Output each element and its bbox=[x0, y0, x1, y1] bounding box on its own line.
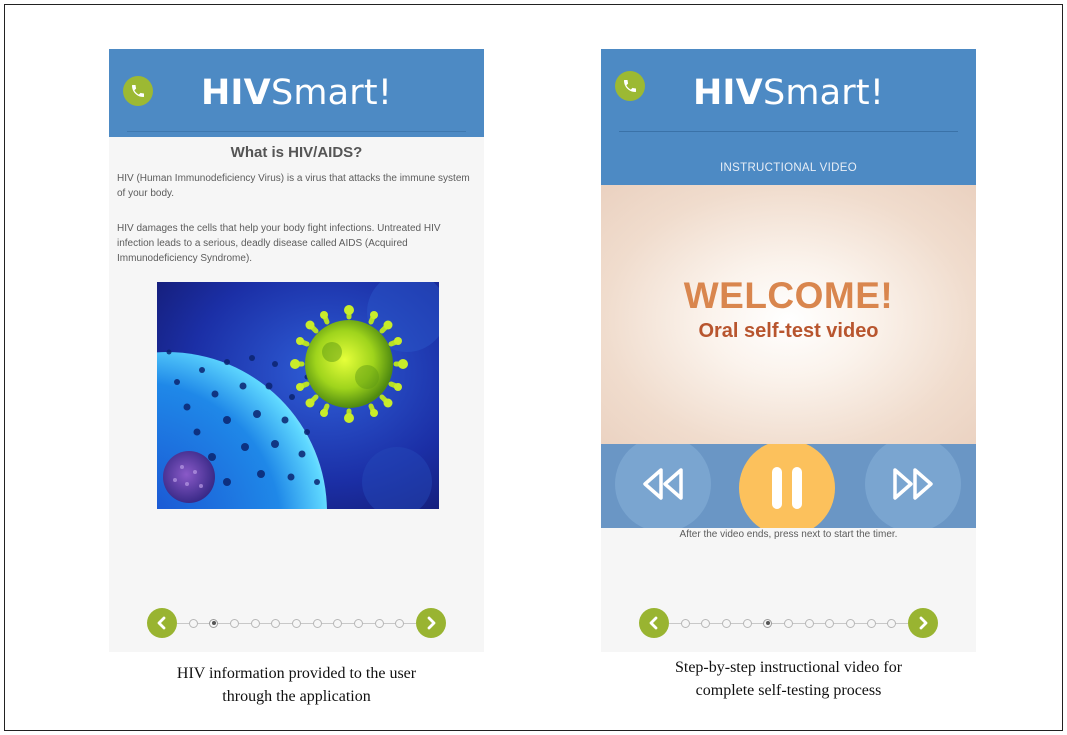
pause-icon bbox=[772, 467, 802, 509]
pause-button[interactable] bbox=[739, 444, 835, 528]
chevron-left-icon bbox=[157, 616, 166, 630]
pagination-dot[interactable] bbox=[374, 618, 384, 628]
app-logo: HIVSmart! bbox=[601, 73, 976, 113]
video-welcome-title: WELCOME! bbox=[683, 275, 894, 316]
pagination-dots bbox=[669, 608, 908, 638]
pagination-dot[interactable] bbox=[353, 618, 363, 628]
video-hint-text: After the video ends, press next to star… bbox=[679, 529, 898, 540]
chevron-right-icon bbox=[427, 616, 436, 630]
hiv-info-screen: HIVSmart! What is HIV/AIDS? HIV (Human I… bbox=[109, 49, 484, 652]
header-divider bbox=[619, 131, 958, 132]
rewind-icon bbox=[643, 468, 683, 500]
pagination-dot[interactable] bbox=[804, 618, 814, 628]
logo-bold: HIV bbox=[200, 73, 271, 113]
pagination-dot[interactable] bbox=[291, 618, 301, 628]
info-paragraph-1: HIV (Human Immunodeficiency Virus) is a … bbox=[117, 173, 470, 199]
caption-left-line-2: through the application bbox=[222, 688, 371, 705]
pagination-dot[interactable] bbox=[271, 618, 281, 628]
next-button[interactable] bbox=[416, 608, 446, 638]
pagination-dot[interactable] bbox=[742, 618, 752, 628]
pagination bbox=[109, 608, 484, 638]
pagination bbox=[601, 608, 976, 638]
prev-button[interactable] bbox=[147, 608, 177, 638]
caption-right-line-1: Step-by-step instructional video for bbox=[674, 659, 903, 676]
next-button[interactable] bbox=[908, 608, 938, 638]
pagination-dots bbox=[177, 608, 416, 638]
caption-left-line-1: HIV information provided to the user bbox=[176, 665, 417, 682]
pagination-dot[interactable] bbox=[680, 618, 690, 628]
pagination-dot[interactable] bbox=[701, 618, 711, 628]
info-paragraph-2: HIV damages the cells that help your bod… bbox=[117, 223, 441, 264]
pagination-dot[interactable] bbox=[721, 618, 731, 628]
logo-rest: Smart! bbox=[270, 73, 393, 113]
hiv-virus-illustration bbox=[157, 282, 439, 509]
header-divider bbox=[127, 131, 466, 132]
app-logo: HIVSmart! bbox=[109, 73, 484, 113]
chevron-right-icon bbox=[919, 616, 928, 630]
pagination-dot-active[interactable] bbox=[209, 618, 219, 628]
caption-right: Step-by-step instructional video for com… bbox=[601, 656, 976, 702]
pagination-dot[interactable] bbox=[866, 618, 876, 628]
pagination-dot[interactable] bbox=[887, 618, 897, 628]
pagination-dot[interactable] bbox=[188, 618, 198, 628]
video-player[interactable]: WELCOME! Oral self-test video bbox=[601, 185, 976, 444]
instructional-video-screen: HIVSmart! INSTRUCTIONAL VIDEO WELCOME! O… bbox=[601, 49, 976, 652]
video-controls bbox=[601, 444, 976, 528]
pagination-dot[interactable] bbox=[250, 618, 260, 628]
page-title: What is HIV/AIDS? bbox=[230, 144, 363, 161]
pagination-dot[interactable] bbox=[333, 618, 343, 628]
pagination-dot[interactable] bbox=[783, 618, 793, 628]
pagination-dot[interactable] bbox=[229, 618, 239, 628]
pagination-dot[interactable] bbox=[825, 618, 835, 628]
video-subtitle: Oral self-test video bbox=[698, 320, 879, 342]
pagination-dot[interactable] bbox=[395, 618, 405, 628]
logo-bold: HIV bbox=[692, 73, 763, 113]
logo-rest: Smart! bbox=[762, 73, 885, 113]
caption-right-line-2: complete self-testing process bbox=[695, 682, 882, 699]
caption-left: HIV information provided to the user thr… bbox=[109, 662, 484, 708]
pagination-dot[interactable] bbox=[312, 618, 322, 628]
section-label: INSTRUCTIONAL VIDEO bbox=[720, 162, 857, 174]
pagination-dot[interactable] bbox=[845, 618, 855, 628]
prev-button[interactable] bbox=[639, 608, 669, 638]
fast-forward-button[interactable] bbox=[865, 444, 961, 528]
rewind-button[interactable] bbox=[615, 444, 711, 528]
chevron-left-icon bbox=[649, 616, 658, 630]
pagination-dot-active[interactable] bbox=[763, 618, 773, 628]
app-header: HIVSmart! bbox=[109, 49, 484, 137]
fast-forward-icon bbox=[893, 468, 933, 500]
app-header: HIVSmart! INSTRUCTIONAL VIDEO bbox=[601, 49, 976, 185]
